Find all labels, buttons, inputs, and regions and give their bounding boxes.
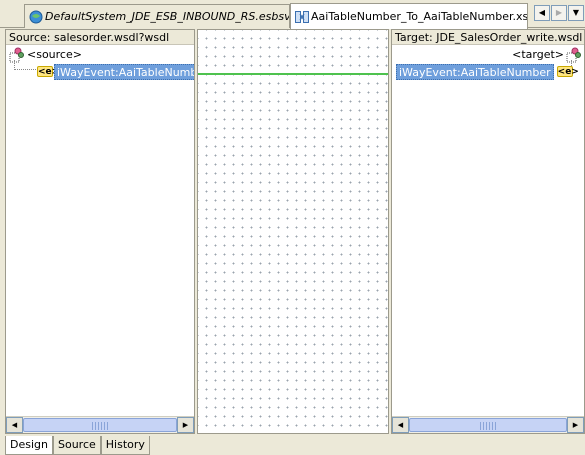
tab-label: DefaultSystem_JDE_ESB_INBOUND_RS.esbsvc [45, 10, 290, 23]
target-root-label: <target> [512, 48, 564, 61]
editor-mode-tabs: Design Source History [5, 436, 150, 455]
target-node-row[interactable]: iWayEvent:AaiTableNumber <e> [396, 63, 579, 80]
tab-next-button[interactable]: ▶ [551, 5, 567, 21]
target-pane: Target: JDE_SalesOrder_write.wsdl <targe… [391, 29, 585, 434]
scroll-thumb[interactable] [409, 418, 567, 432]
tab-design[interactable]: Design [5, 436, 53, 455]
editor-tab-bar: DefaultSystem_JDE_ESB_INBOUND_RS.esbsvc … [0, 0, 585, 29]
tab-navigation: ◀ ▶ ▼ [534, 5, 585, 21]
grid-dots [198, 30, 388, 433]
tab-xsl-map[interactable]: AaiTableNumber_To_AaiTableNumber.xsl [290, 3, 528, 29]
target-horizontal-scrollbar[interactable]: ◀ ▶ [392, 416, 584, 433]
source-node-label[interactable]: iWayEvent:AaiTableNumber [54, 63, 194, 80]
esb-service-icon [29, 10, 43, 24]
mapping-canvas[interactable] [197, 29, 389, 434]
target-header: Target: JDE_SalesOrder_write.wsdl [392, 30, 584, 45]
tree-connector [14, 60, 36, 70]
scroll-right-button[interactable]: ▶ [567, 417, 584, 433]
tab-source[interactable]: Source [52, 436, 101, 455]
element-icon: <e> [37, 66, 60, 77]
tab-esb-service[interactable]: DefaultSystem_JDE_ESB_INBOUND_RS.esbsvc [24, 4, 290, 28]
source-pane: Source: salesorder.wsdl?wsdl <source> <e… [5, 29, 195, 434]
scroll-grip [92, 422, 108, 430]
scroll-grip [480, 422, 496, 430]
target-node-label[interactable]: iWayEvent:AaiTableNumber [396, 63, 554, 80]
mapping-link[interactable] [198, 73, 388, 75]
tab-history[interactable]: History [100, 436, 150, 455]
source-horizontal-scrollbar[interactable]: ◀ ▶ [6, 416, 194, 433]
tab-label: AaiTableNumber_To_AaiTableNumber.xsl [311, 10, 528, 23]
source-header: Source: salesorder.wsdl?wsdl [6, 30, 194, 45]
scroll-left-button[interactable]: ◀ [6, 417, 23, 433]
element-icon: <e> [556, 66, 579, 77]
tab-list-button[interactable]: ▼ [568, 5, 584, 21]
xsl-map-icon [295, 10, 309, 24]
scroll-left-button[interactable]: ◀ [392, 417, 409, 433]
source-node-row[interactable]: <e> iWayEvent:AaiTableNumber [37, 63, 194, 80]
tab-prev-button[interactable]: ◀ [534, 5, 550, 21]
scroll-right-button[interactable]: ▶ [177, 417, 194, 433]
scroll-thumb[interactable] [23, 418, 177, 432]
